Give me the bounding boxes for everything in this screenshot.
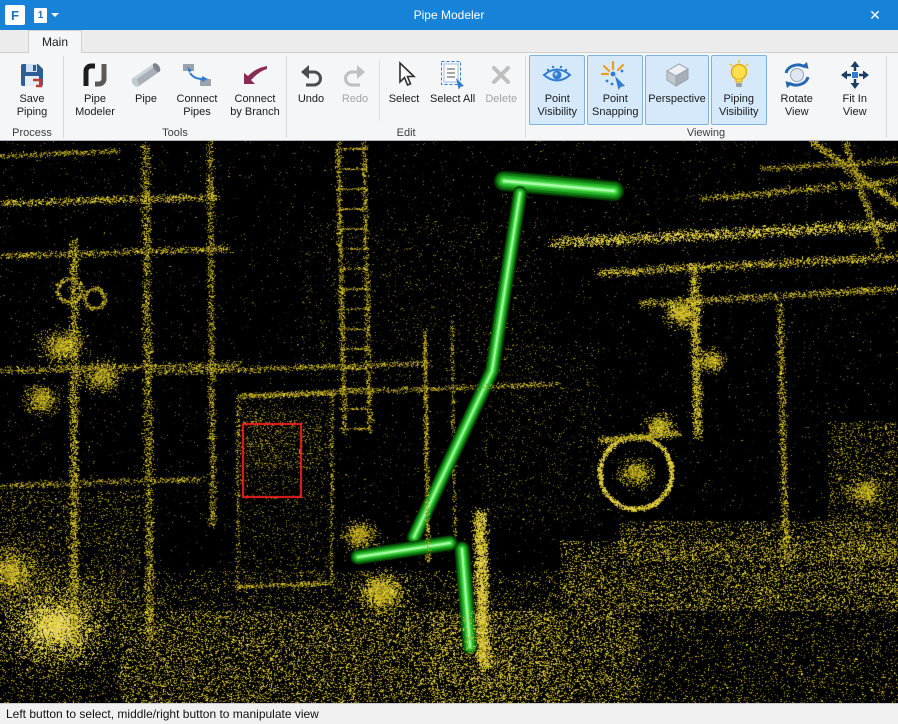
redo-button: Redo <box>334 55 376 125</box>
fit-in-view-button[interactable]: Fit In View <box>827 55 883 125</box>
rotate-view-icon <box>781 59 813 91</box>
button-label: Rotate View <box>772 93 822 119</box>
pipe-modeler-icon <box>79 59 111 91</box>
piping-visibility-button[interactable]: Piping Visibility <box>711 55 767 125</box>
select-all-button[interactable]: Select All <box>427 55 478 125</box>
ribbon-group-viewing: Point Visibility Point Snapping Perspect… <box>526 54 885 140</box>
group-label-viewing: Viewing <box>526 127 885 139</box>
undo-icon <box>295 59 327 91</box>
pipe-icon <box>130 59 162 91</box>
tab-main[interactable]: Main <box>28 30 82 53</box>
button-label: Perspective <box>648 93 705 106</box>
ribbon: Save Piping Process Pipe Modeler <box>0 53 898 141</box>
ribbon-group-edit: Undo Redo Select <box>287 54 525 140</box>
group-label-tools: Tools <box>64 127 286 139</box>
viewport-container <box>0 141 898 703</box>
pipe-modeler-button[interactable]: Pipe Modeler <box>67 55 123 125</box>
button-label: Fit In View <box>830 93 880 119</box>
piping-visibility-icon <box>723 59 755 91</box>
button-label: Pipe <box>135 93 157 106</box>
statusbar: Left button to select, middle/right butt… <box>0 703 898 724</box>
pipe-modeler-window: F 1 Pipe Modeler ✕ Main Save Piping Proc… <box>0 0 898 724</box>
point-snapping-button[interactable]: Point Snapping <box>587 55 643 125</box>
save-piping-button[interactable]: Save Piping <box>4 55 60 125</box>
ribbon-empty-space <box>887 54 898 140</box>
button-label: Connect Pipes <box>172 93 222 119</box>
button-label: Piping Visibility <box>714 93 764 119</box>
connect-by-branch-icon <box>239 59 271 91</box>
button-label: Select <box>389 93 420 106</box>
point-snapping-icon <box>599 59 631 91</box>
undo-button[interactable]: Undo <box>290 55 332 125</box>
perspective-button[interactable]: Perspective <box>645 55 708 125</box>
redo-icon <box>339 59 371 91</box>
ribbon-group-tools: Pipe Modeler Pipe Connect Pipes <box>64 54 286 140</box>
rotate-view-button[interactable]: Rotate View <box>769 55 825 125</box>
button-label: Point Snapping <box>590 93 640 119</box>
status-hint-text: Left button to select, middle/right butt… <box>6 707 319 721</box>
button-label: Point Visibility <box>532 93 582 119</box>
button-label: Redo <box>342 93 368 106</box>
button-label: Undo <box>298 93 324 106</box>
button-label: Delete <box>485 93 517 106</box>
button-label: Connect by Branch <box>230 93 280 119</box>
button-label: Save Piping <box>7 93 57 119</box>
select-button[interactable]: Select <box>383 55 425 125</box>
close-button[interactable]: ✕ <box>852 0 898 30</box>
point-visibility-icon <box>541 59 573 91</box>
app-icon[interactable]: F <box>5 5 25 25</box>
group-label-edit: Edit <box>287 127 525 139</box>
delete-button: Delete <box>480 55 522 125</box>
button-label: Select All <box>430 93 475 106</box>
viewport-3d[interactable] <box>0 141 898 703</box>
fit-in-view-icon <box>839 59 871 91</box>
titlebar: F 1 Pipe Modeler ✕ <box>0 0 898 30</box>
button-label: Pipe Modeler <box>70 93 120 119</box>
select-all-icon <box>437 59 469 91</box>
perspective-icon <box>661 59 693 91</box>
group-label-process: Process <box>1 127 63 139</box>
button-separator <box>379 59 380 121</box>
pipe-button[interactable]: Pipe <box>125 55 167 125</box>
window-title: Pipe Modeler <box>0 8 898 22</box>
quick-access-toolbar: 1 <box>34 8 59 23</box>
chevron-down-icon[interactable] <box>51 13 59 17</box>
connect-pipes-button[interactable]: Connect Pipes <box>169 55 225 125</box>
delete-icon <box>485 59 517 91</box>
select-cursor-icon <box>388 59 420 91</box>
ribbon-tab-row: Main <box>0 30 898 53</box>
point-visibility-button[interactable]: Point Visibility <box>529 55 585 125</box>
ribbon-group-process: Save Piping Process <box>1 54 63 140</box>
save-icon <box>16 59 48 91</box>
connect-pipes-icon <box>181 59 213 91</box>
connect-by-branch-button[interactable]: Connect by Branch <box>227 55 283 125</box>
quick-access-button[interactable]: 1 <box>34 8 47 23</box>
